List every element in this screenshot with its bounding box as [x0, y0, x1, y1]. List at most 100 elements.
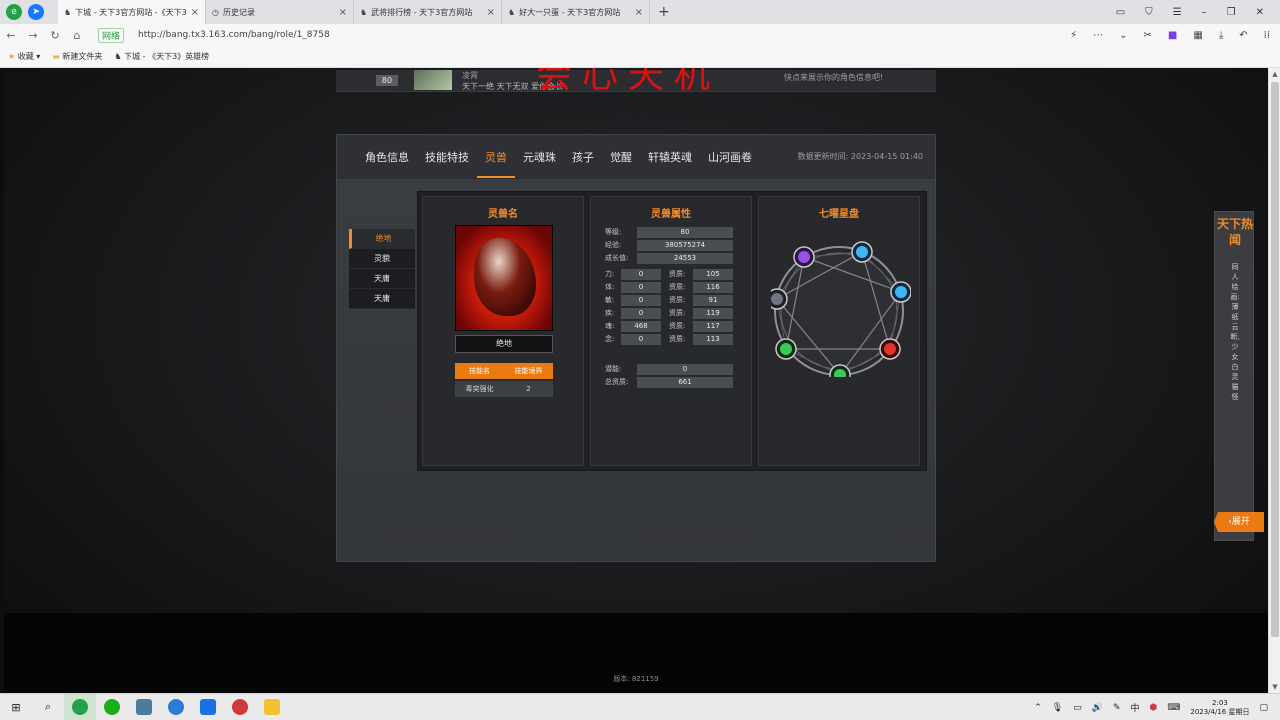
grid-icon[interactable]: ▦ — [1193, 30, 1202, 41]
pet-name-column: 灵兽名 绝地 技能名 技能境界 毒突强化 2 — [422, 196, 584, 466]
bookmark-favorites[interactable]: ★ 收藏 ▾ — [8, 51, 40, 62]
search-icon[interactable]: ⌕ — [32, 694, 64, 720]
star-node-gray[interactable] — [771, 288, 788, 310]
window-close-icon[interactable]: ✕ — [1256, 7, 1264, 18]
stat-label: 体: — [605, 283, 615, 291]
tab-0[interactable]: ♞ 下城 - 天下3官方网站 -《天下3》 × — [58, 0, 206, 24]
extension-icon[interactable]: ■ — [1168, 30, 1177, 41]
forward-icon[interactable]: → — [22, 29, 44, 42]
close-icon[interactable]: × — [487, 7, 495, 18]
ime-indicator[interactable]: 中 — [1130, 701, 1139, 714]
reload-icon[interactable]: ↻ — [44, 29, 66, 42]
pet-list-item[interactable]: 天庸 — [349, 289, 415, 309]
menu-icon[interactable]: ☰ — [1173, 7, 1182, 18]
network-icon[interactable]: ▭ — [1073, 703, 1082, 713]
scroll-thumb[interactable] — [1271, 82, 1279, 637]
browser-app-icon — [72, 699, 88, 715]
taskbar-app-k[interactable] — [192, 694, 224, 720]
pen-icon[interactable]: ✎ — [1113, 703, 1121, 713]
news-text[interactable]: 同人绘画:薄纸云断,少女白灵猫怪 — [1215, 262, 1255, 402]
tx3-favicon-icon: ♞ — [508, 7, 516, 17]
tab-3[interactable]: ♞ 好大一只蛋 - 天下3官方网站 × — [502, 0, 650, 24]
windows-taskbar: ⊞ ⌕ ⌃ 🎙 ▭ 🔊 ✎ 中 ⬢ ⌨ 2:03 2023/4/16 星期日 ▢ — [0, 693, 1280, 720]
role-avatar[interactable] — [414, 70, 452, 90]
more-icon[interactable]: ⋯ — [1093, 30, 1103, 41]
attr-total-apt-row: 总资质: 661 — [591, 377, 751, 388]
new-tab-button[interactable]: + — [658, 4, 670, 20]
attr-value: 661 — [637, 377, 733, 388]
stat-label: 敏: — [605, 296, 615, 304]
scroll-up-icon[interactable]: ▲ — [1269, 70, 1280, 78]
windows-start-icon[interactable]: ⊞ — [0, 694, 32, 720]
news-title: 天下热闻 — [1216, 217, 1253, 247]
notification-icon[interactable]: ▢ — [1259, 703, 1268, 713]
keyboard-icon[interactable]: ⌨ — [1167, 703, 1180, 713]
tab-soul-orb[interactable]: 元魂珠 — [515, 135, 564, 179]
telegram-icon[interactable]: ➤ — [28, 4, 44, 20]
bookmark-bar: ★ 收藏 ▾ ▬ 新建文件夹 ♞ 下城 - 《天下3》英雄榜 — [0, 46, 1280, 68]
taskbar-app-edge[interactable] — [160, 694, 192, 720]
role-nav: 角色信息 技能特技 灵兽 元魂珠 孩子 觉醒 轩辕英魂 山河画卷 数据更新时间:… — [337, 135, 935, 179]
scroll-down-icon[interactable]: ▼ — [1269, 683, 1280, 691]
apt-label: 资质: — [669, 335, 686, 343]
chevron-up-icon[interactable]: ⌃ — [1034, 703, 1042, 713]
stat-value: 0 — [621, 308, 661, 319]
tab-skills[interactable]: 技能特技 — [417, 135, 477, 179]
taskbar-app-owl[interactable] — [256, 694, 288, 720]
attr-label: 等级: — [605, 228, 622, 236]
page-scrollbar[interactable]: ▲ ▼ — [1268, 68, 1280, 693]
back-icon[interactable]: ← — [0, 29, 22, 42]
star-node-cyan[interactable] — [851, 241, 873, 263]
star-node-cyan[interactable] — [890, 281, 911, 303]
taskbar-app-wechat[interactable] — [96, 694, 128, 720]
close-icon[interactable]: × — [191, 7, 199, 18]
clock-date: 2023/4/16 星期日 — [1190, 707, 1250, 716]
apps-icon[interactable]: ⁞⁞ — [1264, 30, 1270, 41]
scissors-icon[interactable]: ✂ — [1144, 30, 1152, 41]
undo-icon[interactable]: ↶ — [1239, 30, 1247, 41]
pet-list-item[interactable]: 天庸 — [349, 269, 415, 289]
tab-landscape[interactable]: 山河画卷 — [700, 135, 760, 179]
download-icon[interactable]: ⤓ — [1219, 30, 1223, 41]
home-icon[interactable]: ⌂ — [66, 29, 88, 42]
star-node-red[interactable] — [879, 338, 901, 360]
tab-1[interactable]: ◷ 历史记录 × — [206, 0, 354, 24]
stat-label: 疾: — [605, 309, 615, 317]
bookmark-tx3[interactable]: ♞ 下城 - 《天下3》英雄榜 — [114, 51, 209, 62]
pet-list-item[interactable]: 灵貌 — [349, 249, 415, 269]
lightning-icon[interactable]: ⚡ — [1070, 30, 1077, 41]
url-input[interactable]: http://bang.tx3.163.com/bang/role/1_8758 — [138, 30, 330, 40]
taskbar-app-browser[interactable] — [64, 693, 96, 720]
tab-pet[interactable]: 灵兽 — [477, 138, 515, 178]
browser-logo-icon[interactable]: e — [6, 4, 22, 20]
attr-growth-row: 成长值: 24553 — [591, 253, 751, 264]
maximize-icon[interactable]: ❐ — [1227, 7, 1236, 18]
pet-list-item[interactable]: 绝地 — [349, 229, 415, 249]
update-time: 数据更新时间: 2023-04-15 01:40 — [797, 152, 923, 161]
app-tray-icon[interactable]: ⬢ — [1150, 703, 1158, 713]
microphone-icon[interactable]: 🎙 — [1052, 703, 1063, 713]
close-icon[interactable]: × — [339, 7, 347, 18]
tab-xuanyuan[interactable]: 轩辕英魂 — [640, 135, 700, 179]
clock[interactable]: 2:03 2023/4/16 星期日 — [1190, 699, 1249, 717]
taskbar-app-game[interactable] — [128, 694, 160, 720]
star-node-purple[interactable] — [793, 246, 815, 268]
minimize-icon[interactable]: – — [1202, 7, 1207, 18]
volume-icon[interactable]: 🔊 — [1092, 703, 1103, 713]
clock-time: 2:03 — [1212, 698, 1228, 707]
star-node-green[interactable] — [775, 338, 797, 360]
security-badge[interactable]: 网络 — [98, 27, 125, 43]
tab-child[interactable]: 孩子 — [564, 135, 602, 179]
expand-button[interactable]: ‹展开 — [1214, 512, 1264, 532]
expand-label: 展开 — [1231, 517, 1250, 527]
tab-2[interactable]: ♞ 武将排行榜 - 天下3官方网站 × — [354, 0, 502, 24]
sidebar-icon[interactable]: ▭ — [1116, 7, 1125, 18]
tab-awaken[interactable]: 觉醒 — [602, 135, 640, 179]
close-icon[interactable]: × — [635, 7, 643, 18]
shirt-icon[interactable]: ⛉ — [1145, 7, 1153, 18]
chevron-down-icon[interactable]: ⌄ — [1119, 30, 1127, 41]
taskbar-app-red[interactable] — [224, 694, 256, 720]
game-app-icon — [136, 699, 152, 715]
tab-role-info[interactable]: 角色信息 — [357, 135, 417, 179]
bookmark-folder[interactable]: ▬ 新建文件夹 — [52, 51, 102, 62]
